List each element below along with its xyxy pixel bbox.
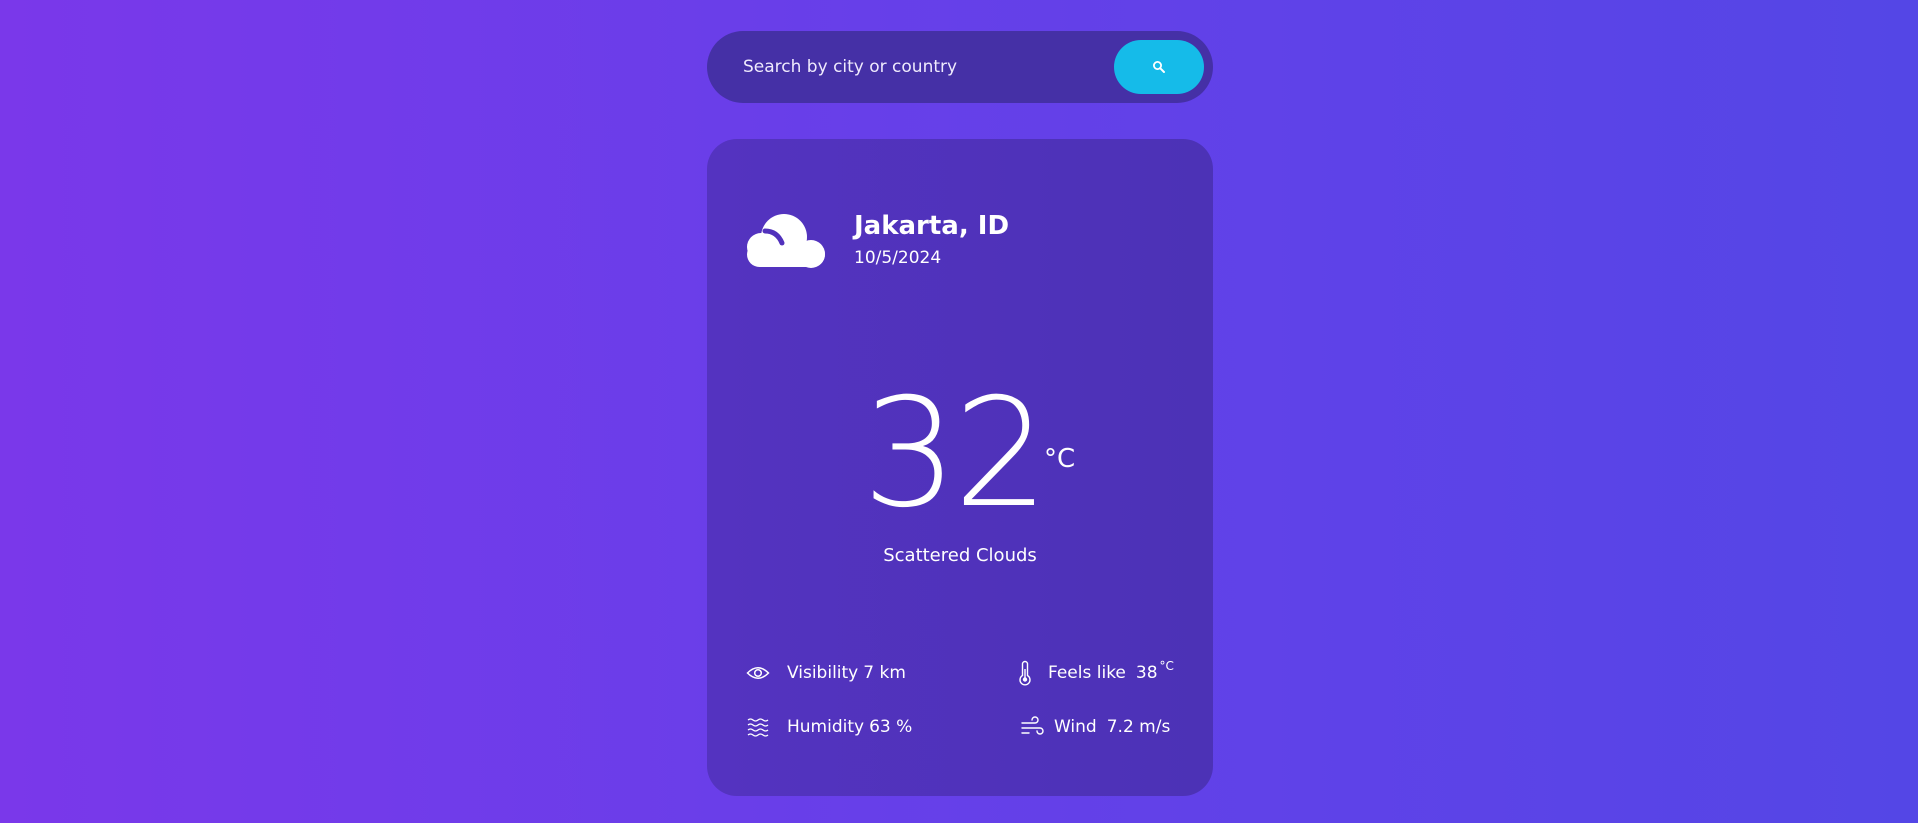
humidity-label: Humidity [787, 717, 865, 737]
feels-like-unit: °C [1159, 659, 1174, 673]
thermometer-icon [1012, 660, 1038, 686]
weather-condition: Scattered Clouds [883, 545, 1037, 566]
stat-visibility: Visibility 7 km [745, 658, 906, 688]
stat-feels-like: Feels like 38 °C [1012, 658, 1174, 688]
waves-icon [745, 714, 771, 740]
eye-icon [745, 660, 771, 686]
wind-icon [1020, 714, 1046, 740]
search-button[interactable] [1114, 40, 1204, 94]
stat-wind: Wind 7.2 m/s [1020, 712, 1170, 742]
weather-card: Jakarta, ID 10/5/2024 32 °C Scattered Cl… [707, 139, 1213, 796]
visibility-value: 7 km [863, 663, 906, 683]
search-input[interactable] [743, 49, 1083, 85]
wind-value: 7.2 m/s [1106, 717, 1171, 737]
wind-label: Wind [1054, 717, 1097, 737]
feels-like-value: 38 [1135, 663, 1158, 683]
search-bar [707, 31, 1213, 103]
temperature-value: 32 [862, 367, 1049, 541]
temperature-unit: °C [1044, 444, 1076, 474]
visibility-label: Visibility [787, 663, 859, 683]
humidity-value: 63 % [869, 717, 913, 737]
stat-humidity: Humidity 63 % [745, 712, 912, 742]
feels-like-label: Feels like [1048, 663, 1126, 683]
search-icon [1152, 60, 1166, 74]
city-name: Jakarta, ID [854, 211, 1010, 241]
cloud-icon [739, 209, 827, 269]
current-date: 10/5/2024 [854, 248, 942, 268]
